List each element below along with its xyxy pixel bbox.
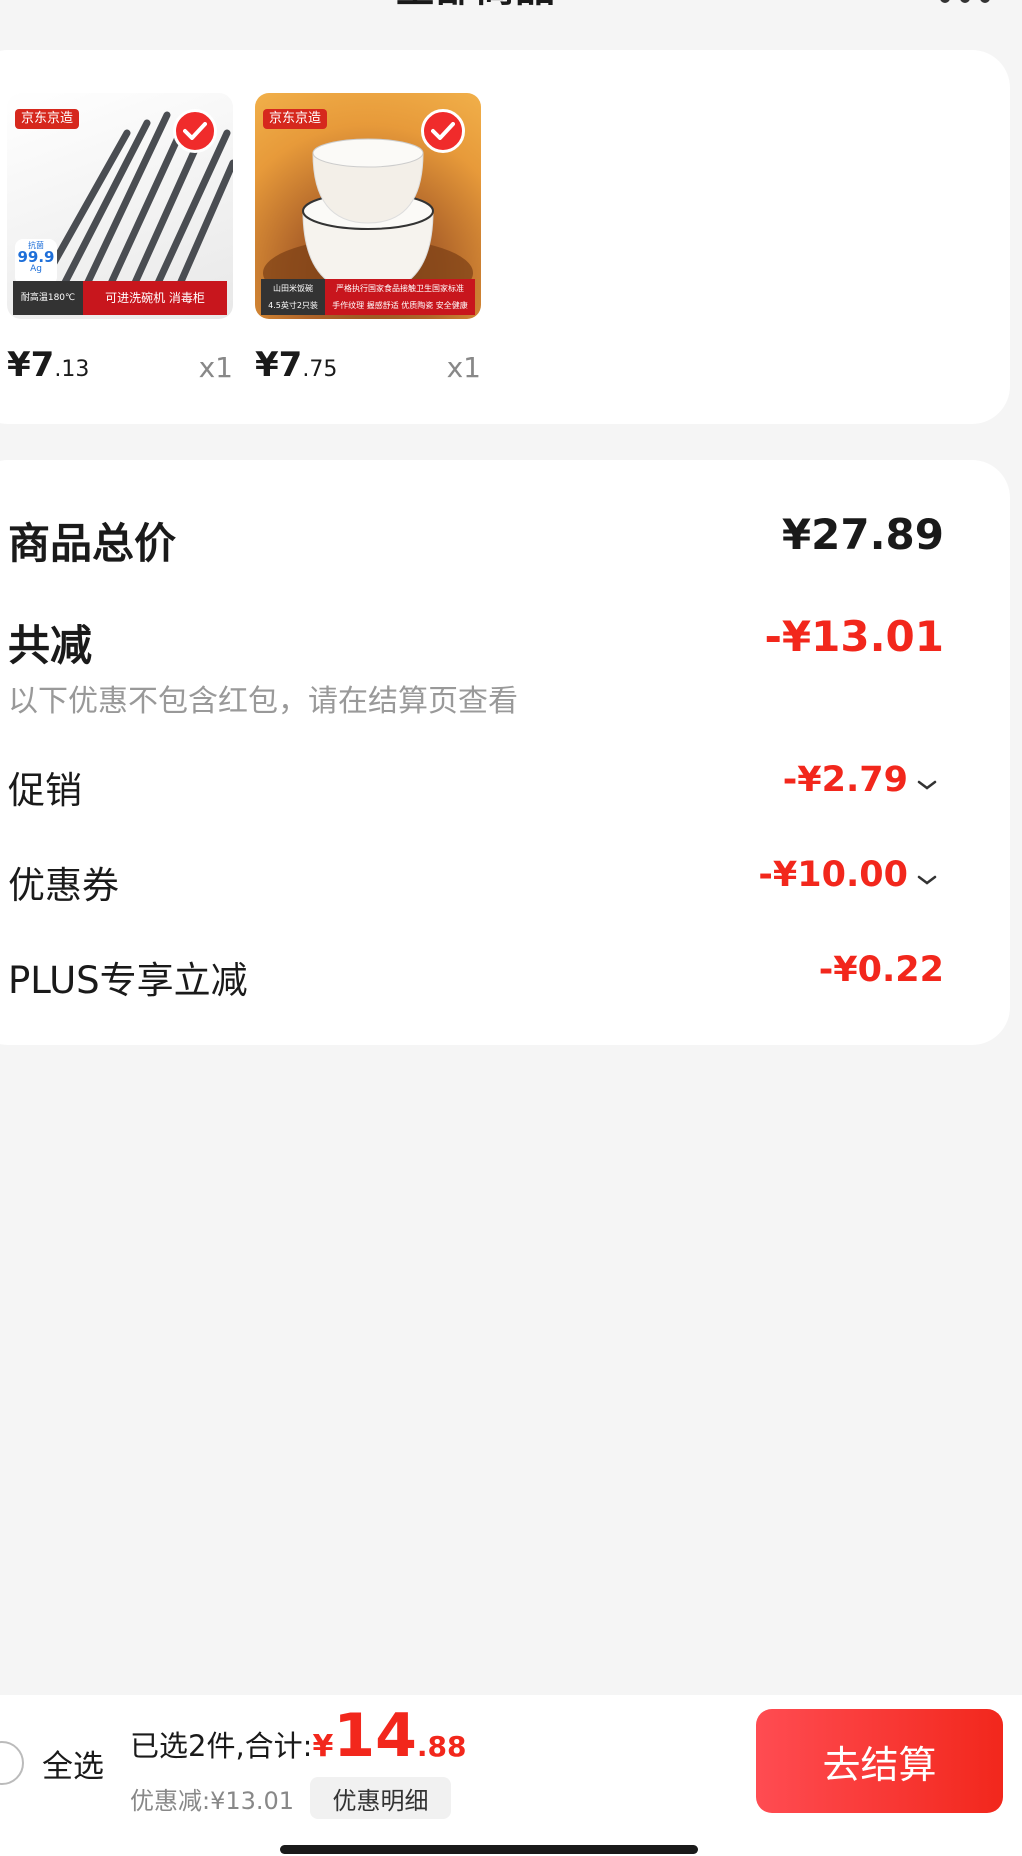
reduce-label: 共减 bbox=[8, 621, 93, 670]
page-title: 全部商品 bbox=[395, 0, 555, 8]
product-image[interactable]: 京东京造 山田米饭碗 4.5英寸2只装 严格执行国家食品接触卫生国家标准 手作纹… bbox=[255, 93, 481, 319]
product-price: ¥7.13 bbox=[7, 345, 90, 385]
more-icon[interactable] bbox=[935, 0, 995, 12]
products-card: 京东京造 抗菌 99.9 Ag 耐高温180℃ 可进洗碗机 消毒柜 ¥7.13 … bbox=[0, 50, 1010, 424]
check-icon[interactable] bbox=[421, 109, 465, 153]
coupon-value: -¥10.00 bbox=[758, 855, 908, 895]
plus-value: -¥0.22 bbox=[818, 950, 944, 990]
discount-detail-button[interactable]: 优惠明细 bbox=[310, 1777, 451, 1819]
product-qty: x1 bbox=[446, 351, 481, 384]
selected-summary: 已选2件,合计:¥14.88 bbox=[130, 1701, 466, 1771]
brand-tag: 京东京造 bbox=[263, 109, 328, 129]
checkout-bar: 全选 已选2件,合计:¥14.88 优惠减:¥13.01 优惠明细 去结算 bbox=[0, 1695, 1022, 1856]
antibacterial-badge: 抗菌 99.9 Ag bbox=[15, 239, 57, 285]
reduce-note-row: 以下优惠不包含红包，请在结算页查看 bbox=[8, 676, 944, 719]
reduce-value: -¥13.01 bbox=[764, 612, 944, 661]
product-image[interactable]: 京东京造 抗菌 99.9 Ag 耐高温180℃ 可进洗碗机 消毒柜 bbox=[7, 93, 233, 319]
price-line: ¥7.13 x1 bbox=[7, 345, 233, 385]
coupon-label: 优惠券 bbox=[8, 864, 119, 907]
product-price: ¥7.75 bbox=[255, 345, 338, 385]
chevron-down-icon[interactable] bbox=[916, 778, 938, 792]
discount-text: 优惠减:¥13.01 bbox=[130, 1787, 295, 1815]
home-indicator[interactable] bbox=[280, 1845, 698, 1854]
summary-card: 商品总价 ¥27.89 共减 -¥13.01 以下优惠不包含红包，请在结算页查看… bbox=[0, 460, 1010, 1045]
product-qty: x1 bbox=[198, 351, 233, 384]
plus-row: PLUS专享立减 -¥0.22 bbox=[8, 950, 944, 1002]
select-all-label[interactable]: 全选 bbox=[42, 1741, 104, 1786]
total-currency: ¥ bbox=[312, 1729, 334, 1764]
coupon-row[interactable]: 优惠券 -¥10.00 bbox=[8, 855, 944, 907]
feature-strip: 山田米饭碗 4.5英寸2只装 严格执行国家食品接触卫生国家标准 手作纹理 握感舒… bbox=[261, 279, 475, 315]
reduce-note: 以下优惠不包含红包，请在结算页查看 bbox=[8, 684, 518, 719]
product-item[interactable]: 京东京造 抗菌 99.9 Ag 耐高温180℃ 可进洗碗机 消毒柜 ¥7.13 … bbox=[7, 93, 233, 385]
total-row: 商品总价 ¥27.89 bbox=[8, 510, 944, 568]
total-int: 14 bbox=[333, 1701, 417, 1771]
promo-row[interactable]: 促销 -¥2.79 bbox=[8, 760, 944, 812]
promo-value: -¥2.79 bbox=[782, 760, 908, 800]
feature-strip: 耐高温180℃ 可进洗碗机 消毒柜 bbox=[13, 281, 227, 315]
plus-label: PLUS专享立减 bbox=[8, 959, 248, 1002]
selected-text: 已选2件,合计: bbox=[130, 1729, 313, 1763]
product-item[interactable]: 京东京造 山田米饭碗 4.5英寸2只装 严格执行国家食品接触卫生国家标准 手作纹… bbox=[255, 93, 481, 385]
check-icon[interactable] bbox=[173, 109, 217, 153]
chevron-down-icon[interactable] bbox=[916, 873, 938, 887]
brand-tag: 京东京造 bbox=[15, 109, 80, 129]
checkout-button[interactable]: 去结算 bbox=[756, 1709, 1003, 1813]
select-all-checkbox[interactable] bbox=[0, 1741, 24, 1785]
promo-label: 促销 bbox=[8, 769, 82, 812]
total-dec: .88 bbox=[416, 1730, 467, 1763]
total-value: ¥27.89 bbox=[781, 510, 944, 559]
price-line: ¥7.75 x1 bbox=[255, 345, 481, 385]
reduce-row: 共减 -¥13.01 bbox=[8, 612, 944, 670]
total-label: 商品总价 bbox=[8, 519, 177, 568]
